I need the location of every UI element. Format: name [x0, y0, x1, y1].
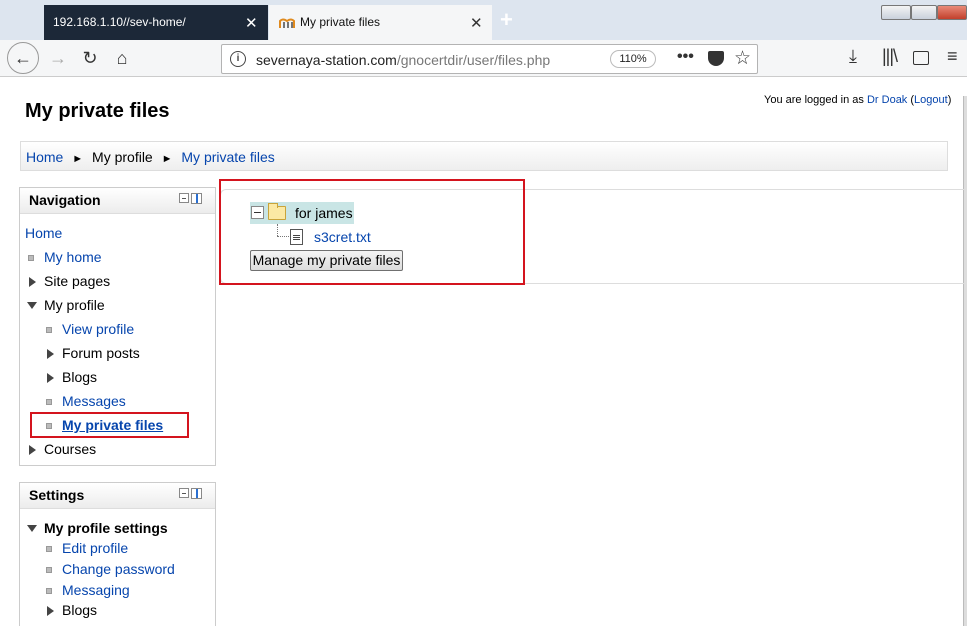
- nav-item-forum-posts[interactable]: Forum posts: [47, 345, 140, 361]
- address-bar[interactable]: i severnaya-station.com/gnocertdir/user/…: [221, 44, 758, 74]
- block-controls: [179, 193, 203, 205]
- minimize-window-button[interactable]: [881, 5, 911, 20]
- block-controls: [179, 488, 203, 500]
- settings-block-header: Settings: [20, 483, 215, 509]
- expand-arrow-icon[interactable]: [29, 277, 36, 287]
- tab-label: My private files: [300, 15, 381, 29]
- breadcrumb-separator-icon: ►: [72, 153, 84, 165]
- settings-item-blogs[interactable]: Blogs: [47, 602, 97, 618]
- settings-my-profile-settings[interactable]: My profile settings: [27, 520, 168, 536]
- page-title: My private files: [25, 100, 170, 122]
- close-icon[interactable]: ✕: [245, 14, 258, 32]
- breadcrumb-separator-icon: ►: [161, 153, 173, 165]
- collapse-block-icon[interactable]: [179, 193, 189, 203]
- bullet-icon: [46, 588, 52, 595]
- navigation-block-title: Navigation: [29, 192, 101, 208]
- pocket-icon[interactable]: [708, 51, 724, 66]
- nav-item-messages[interactable]: Messages: [46, 393, 126, 409]
- close-icon[interactable]: ✕: [470, 14, 483, 32]
- close-window-button[interactable]: [937, 5, 967, 20]
- reload-icon[interactable]: ↻: [75, 43, 105, 73]
- download-icon[interactable]: ⤓: [849, 46, 857, 67]
- url-text[interactable]: severnaya-station.com/gnocertdir/user/fi…: [256, 52, 550, 68]
- navigation-block-header: Navigation: [20, 188, 215, 214]
- expand-arrow-icon[interactable]: [47, 373, 54, 383]
- login-info: You are logged in as Dr Doak (Logout): [764, 94, 952, 106]
- breadcrumb-my-private-files-link[interactable]: My private files: [181, 149, 274, 165]
- navigation-toolbar: ← → ↻ ⌂ i severnaya-station.com/gnocertd…: [0, 40, 967, 77]
- bookmark-star-icon[interactable]: ☆: [734, 47, 751, 70]
- zoom-level-badge[interactable]: 110%: [610, 50, 656, 68]
- new-tab-icon[interactable]: +: [500, 7, 513, 33]
- dock-block-icon[interactable]: [191, 488, 202, 499]
- bullet-icon: [28, 255, 34, 262]
- nav-item-site-pages[interactable]: Site pages: [29, 273, 110, 289]
- breadcrumb-home-link[interactable]: Home: [26, 149, 63, 165]
- tab-sev-home[interactable]: 192.168.1.10//sev-home/ ✕: [44, 5, 268, 40]
- settings-item-messaging[interactable]: Messaging: [46, 582, 130, 598]
- back-icon[interactable]: ←: [7, 42, 39, 74]
- expand-arrow-icon[interactable]: [47, 606, 54, 616]
- bullet-icon: [46, 546, 52, 553]
- sidebar-icon[interactable]: [913, 51, 929, 65]
- menu-icon[interactable]: ≡: [947, 46, 958, 67]
- collapse-arrow-icon[interactable]: [27, 525, 37, 532]
- highlight-box-nav: [30, 412, 189, 438]
- user-profile-link[interactable]: Dr Doak: [867, 94, 907, 106]
- bullet-icon: [46, 399, 52, 406]
- breadcrumb-my-profile: My profile: [92, 149, 153, 165]
- collapse-block-icon[interactable]: [179, 488, 189, 498]
- nav-item-my-profile[interactable]: My profile: [27, 297, 105, 313]
- expand-arrow-icon[interactable]: [29, 445, 36, 455]
- library-icon[interactable]: |||\: [882, 46, 898, 67]
- expand-arrow-icon[interactable]: [47, 349, 54, 359]
- nav-item-view-profile[interactable]: View profile: [46, 321, 134, 337]
- tab-label: 192.168.1.10//sev-home/: [53, 15, 186, 29]
- bullet-icon: [46, 567, 52, 574]
- collapse-arrow-icon[interactable]: [27, 302, 37, 309]
- tab-my-private-files[interactable]: My private files ✕: [269, 5, 492, 40]
- scrollbar[interactable]: [963, 96, 967, 626]
- home-icon[interactable]: ⌂: [107, 43, 137, 73]
- info-icon[interactable]: i: [230, 51, 246, 67]
- settings-block-title: Settings: [29, 487, 85, 503]
- page-actions-icon[interactable]: •••: [677, 48, 694, 66]
- nav-item-courses[interactable]: Courses: [29, 441, 96, 457]
- bullet-icon: [46, 327, 52, 334]
- highlight-box-files: [219, 179, 525, 285]
- nav-item-my-home[interactable]: My home: [28, 249, 102, 265]
- maximize-window-button[interactable]: [911, 5, 937, 20]
- logout-link[interactable]: Logout: [914, 94, 948, 106]
- nav-item-blogs[interactable]: Blogs: [47, 369, 97, 385]
- tab-bar: 192.168.1.10//sev-home/ ✕ My private fil…: [0, 0, 967, 40]
- forward-icon[interactable]: →: [43, 43, 73, 73]
- moodle-favicon-icon: [279, 18, 295, 28]
- nav-home-link[interactable]: Home: [25, 225, 62, 241]
- dock-block-icon[interactable]: [191, 193, 202, 204]
- settings-item-edit-profile[interactable]: Edit profile: [46, 540, 128, 556]
- settings-item-change-password[interactable]: Change password: [46, 561, 175, 577]
- breadcrumb: Home ► My profile ► My private files: [20, 141, 948, 171]
